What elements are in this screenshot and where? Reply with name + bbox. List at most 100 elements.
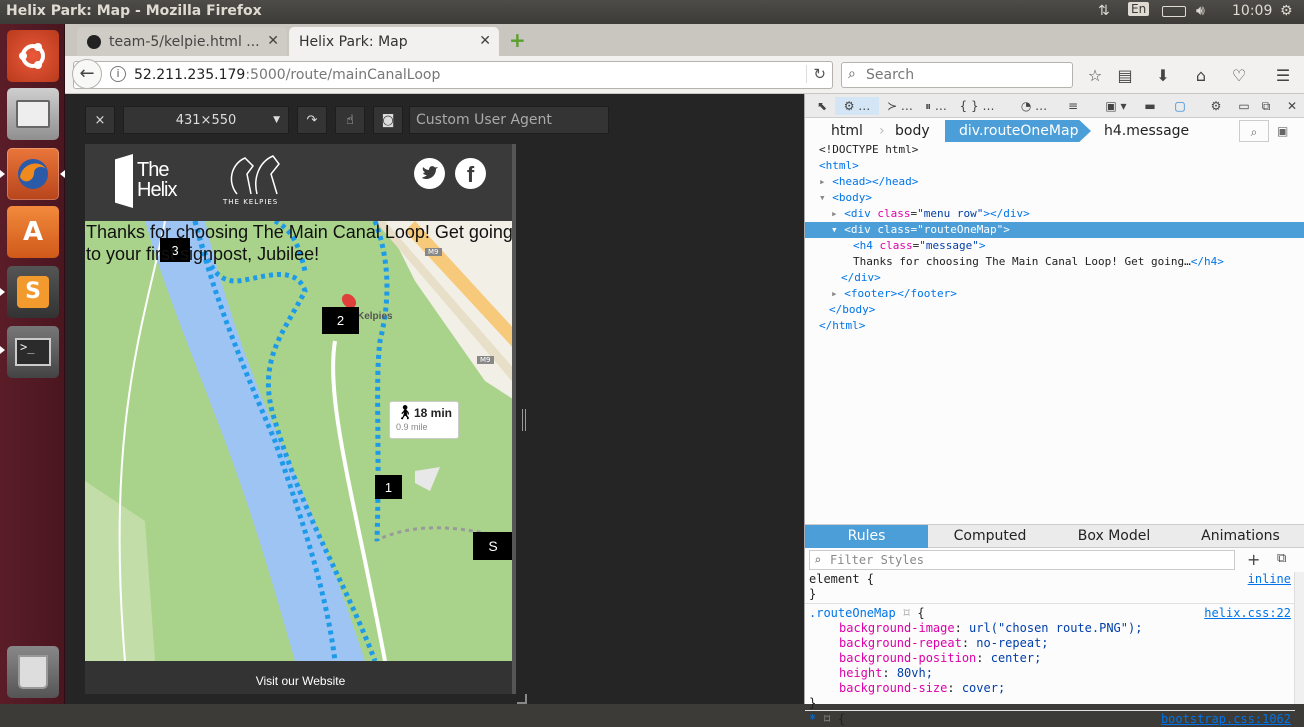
toggle-pseudo-classes-icon[interactable]: ⧉ xyxy=(1277,551,1286,566)
terminal-icon[interactable]: >_ xyxy=(7,326,59,378)
tab-box-model[interactable]: Box Model xyxy=(1052,525,1176,548)
tab-helix-map[interactable]: Helix Park: Map ✕ xyxy=(289,27,499,56)
reload-icon[interactable]: ↻ xyxy=(806,65,826,83)
responsive-mode-icon[interactable]: ▢ xyxy=(1171,97,1189,115)
sublime-text-icon[interactable]: S xyxy=(7,266,59,318)
home-icon[interactable]: ⌂ xyxy=(1190,64,1212,86)
breadcrumb: html › body div.routeOneMap h4.message ⌕… xyxy=(805,120,1304,142)
rotate-icon[interactable]: ↷ xyxy=(297,106,327,134)
css-property[interactable]: height: 80vh; xyxy=(839,666,933,681)
route-rule-selector[interactable]: .routeOneMap ⌑ { xyxy=(809,606,925,621)
html-node[interactable]: <html> xyxy=(805,158,1304,174)
html-close-node[interactable]: </html> xyxy=(805,318,1304,334)
css-property[interactable]: background-size: cover; xyxy=(839,681,1005,696)
split-console-icon[interactable]: ▣ ▾ xyxy=(1101,97,1131,115)
doctype-line[interactable]: <!DOCTYPE html> xyxy=(805,142,1304,158)
reading-list-icon[interactable]: ▤ xyxy=(1114,64,1136,86)
crumb-route-div[interactable]: div.routeOneMap xyxy=(945,120,1091,142)
trash-icon[interactable] xyxy=(7,646,59,698)
css-property[interactable]: background-image: url("chosen route.PNG"… xyxy=(839,621,1142,636)
signpost-marker-1[interactable]: 1 xyxy=(375,475,402,499)
crumb-h4[interactable]: h4.message xyxy=(1104,120,1189,142)
files-icon[interactable] xyxy=(7,88,59,140)
touch-simulation-icon[interactable]: ☝ xyxy=(335,106,365,134)
menu-hamburger-icon[interactable]: ☰ xyxy=(1272,64,1294,86)
clock[interactable]: 10:09 xyxy=(1232,3,1272,19)
crumb-html[interactable]: html xyxy=(831,120,863,142)
footer-node[interactable]: ▸ <footer></footer> xyxy=(805,286,1304,302)
performance-tab-icon[interactable]: ◔ … xyxy=(1017,97,1051,115)
route-time-box[interactable]: 🚶︎ 18 min 0.9 mile xyxy=(389,401,459,439)
devtools-settings-icon[interactable]: ⚙ xyxy=(1207,97,1225,115)
tab-github[interactable]: team-5/kelpie.html ... ✕ xyxy=(77,27,287,56)
style-editor-tab-icon[interactable]: { } … xyxy=(957,97,997,115)
route-rule-source[interactable]: helix.css:22 xyxy=(1204,606,1291,620)
viewport-resize-corner[interactable] xyxy=(517,694,527,704)
add-rule-icon[interactable]: + xyxy=(1247,550,1260,569)
viewport-scrollbar[interactable] xyxy=(512,144,516,694)
url-text[interactable]: 52.211.235.179:5000/route/mainCanalLoop xyxy=(134,67,440,83)
url-bar[interactable]: ← i 52.211.235.179:5000/route/mainCanalL… xyxy=(72,59,833,89)
route-div-node-selected[interactable]: ▾ <div class="routeOneMap"> xyxy=(805,222,1304,238)
facebook-icon[interactable]: f xyxy=(455,158,486,189)
power-gear-icon[interactable]: ⚙ xyxy=(1280,3,1293,19)
close-tab-icon[interactable]: ✕ xyxy=(479,33,491,49)
body-node[interactable]: ▾ <body> xyxy=(805,190,1304,206)
battery-icon[interactable] xyxy=(1162,6,1186,17)
css-property[interactable]: background-repeat: no-repeat; xyxy=(839,636,1049,651)
head-node[interactable]: ▸ <head></head> xyxy=(805,174,1304,190)
menu-div-node[interactable]: ▸ <div class="menu row"></div> xyxy=(805,206,1304,222)
h4-node[interactable]: <h4 class="message"> xyxy=(805,238,1304,254)
custom-user-agent-input[interactable]: Custom User Agent xyxy=(409,106,609,134)
screenshot-camera-icon[interactable]: ◙ xyxy=(373,106,403,134)
firefox-icon[interactable] xyxy=(7,148,59,200)
new-tab-plus-icon[interactable]: + xyxy=(509,28,526,52)
ubuntu-dash-icon[interactable] xyxy=(7,30,59,82)
element-rule-selector[interactable]: element { xyxy=(809,572,874,587)
pocket-icon[interactable]: ♡ xyxy=(1228,64,1250,86)
inspector-tab-icon[interactable]: ⚙ … xyxy=(835,97,879,115)
kelpies-logo[interactable]: THE KELPIES xyxy=(217,154,297,210)
helix-logo[interactable]: The Helix xyxy=(115,154,203,210)
star-rule-source[interactable]: bootstrap.css:1062 xyxy=(1161,712,1291,726)
keyboard-layout-indicator[interactable]: En xyxy=(1128,2,1150,16)
network-tab-icon[interactable]: ≡ xyxy=(1063,97,1083,115)
rdm-size-select[interactable]: 431×550 ▼ xyxy=(123,106,289,134)
volume-icon[interactable]: 🔊︎ xyxy=(1196,3,1205,19)
downloads-icon[interactable]: ⬇ xyxy=(1152,64,1174,86)
bookmark-star-icon[interactable]: ☆ xyxy=(1084,64,1106,86)
css-property[interactable]: background-position: center; xyxy=(839,651,1041,666)
route-map[interactable]: Kelpies M9 M9 🚶︎ 18 min 0.9 mile 3 2 1 S xyxy=(85,221,516,661)
software-center-icon[interactable]: A xyxy=(7,206,59,258)
twitter-icon[interactable] xyxy=(414,158,445,189)
markup-search-icon[interactable]: ⌕ xyxy=(1239,120,1269,142)
visit-website-link[interactable]: Visit our Website xyxy=(256,674,346,688)
tab-animations[interactable]: Animations xyxy=(1176,525,1304,548)
star-rule-selector[interactable]: * ⌑ { xyxy=(809,712,845,727)
close-devtools-icon[interactable]: ✕ xyxy=(1283,97,1301,115)
tab-rules[interactable]: Rules xyxy=(805,525,928,548)
network-transfer-icon[interactable]: ⇅ xyxy=(1098,3,1110,19)
tab-computed[interactable]: Computed xyxy=(928,525,1052,548)
signpost-marker-2[interactable]: 2 xyxy=(322,307,359,334)
console-tab-icon[interactable]: ≻ … xyxy=(885,97,915,115)
crumb-body[interactable]: body xyxy=(895,120,930,142)
scratchpad-icon[interactable]: ▬ xyxy=(1141,97,1159,115)
rdm-close-button[interactable]: × xyxy=(85,106,115,134)
start-marker[interactable]: S xyxy=(473,532,513,560)
dock-bottom-icon[interactable]: ▭ xyxy=(1235,97,1253,115)
debugger-tab-icon[interactable]: ⏸ … xyxy=(919,97,953,115)
undock-icon[interactable]: ⧉ xyxy=(1257,97,1275,115)
viewport-resize-handle[interactable] xyxy=(522,409,526,431)
div-close-node[interactable]: </div> xyxy=(805,270,1304,286)
body-close-node[interactable]: </body> xyxy=(805,302,1304,318)
info-icon[interactable]: i xyxy=(110,66,126,82)
element-picker-icon[interactable]: ⬉ xyxy=(813,97,831,115)
h4-text-node[interactable]: Thanks for choosing The Main Canal Loop!… xyxy=(805,254,1304,270)
rules-scrollbar[interactable] xyxy=(1294,572,1304,704)
markup-toggle-icon[interactable]: ▣ xyxy=(1277,120,1288,142)
search-input[interactable]: ⌕ Search xyxy=(841,62,1073,88)
back-button-icon[interactable]: ← xyxy=(72,59,102,89)
close-tab-icon[interactable]: ✕ xyxy=(267,33,279,49)
filter-styles-input[interactable]: ⌕ Filter Styles xyxy=(809,550,1235,570)
